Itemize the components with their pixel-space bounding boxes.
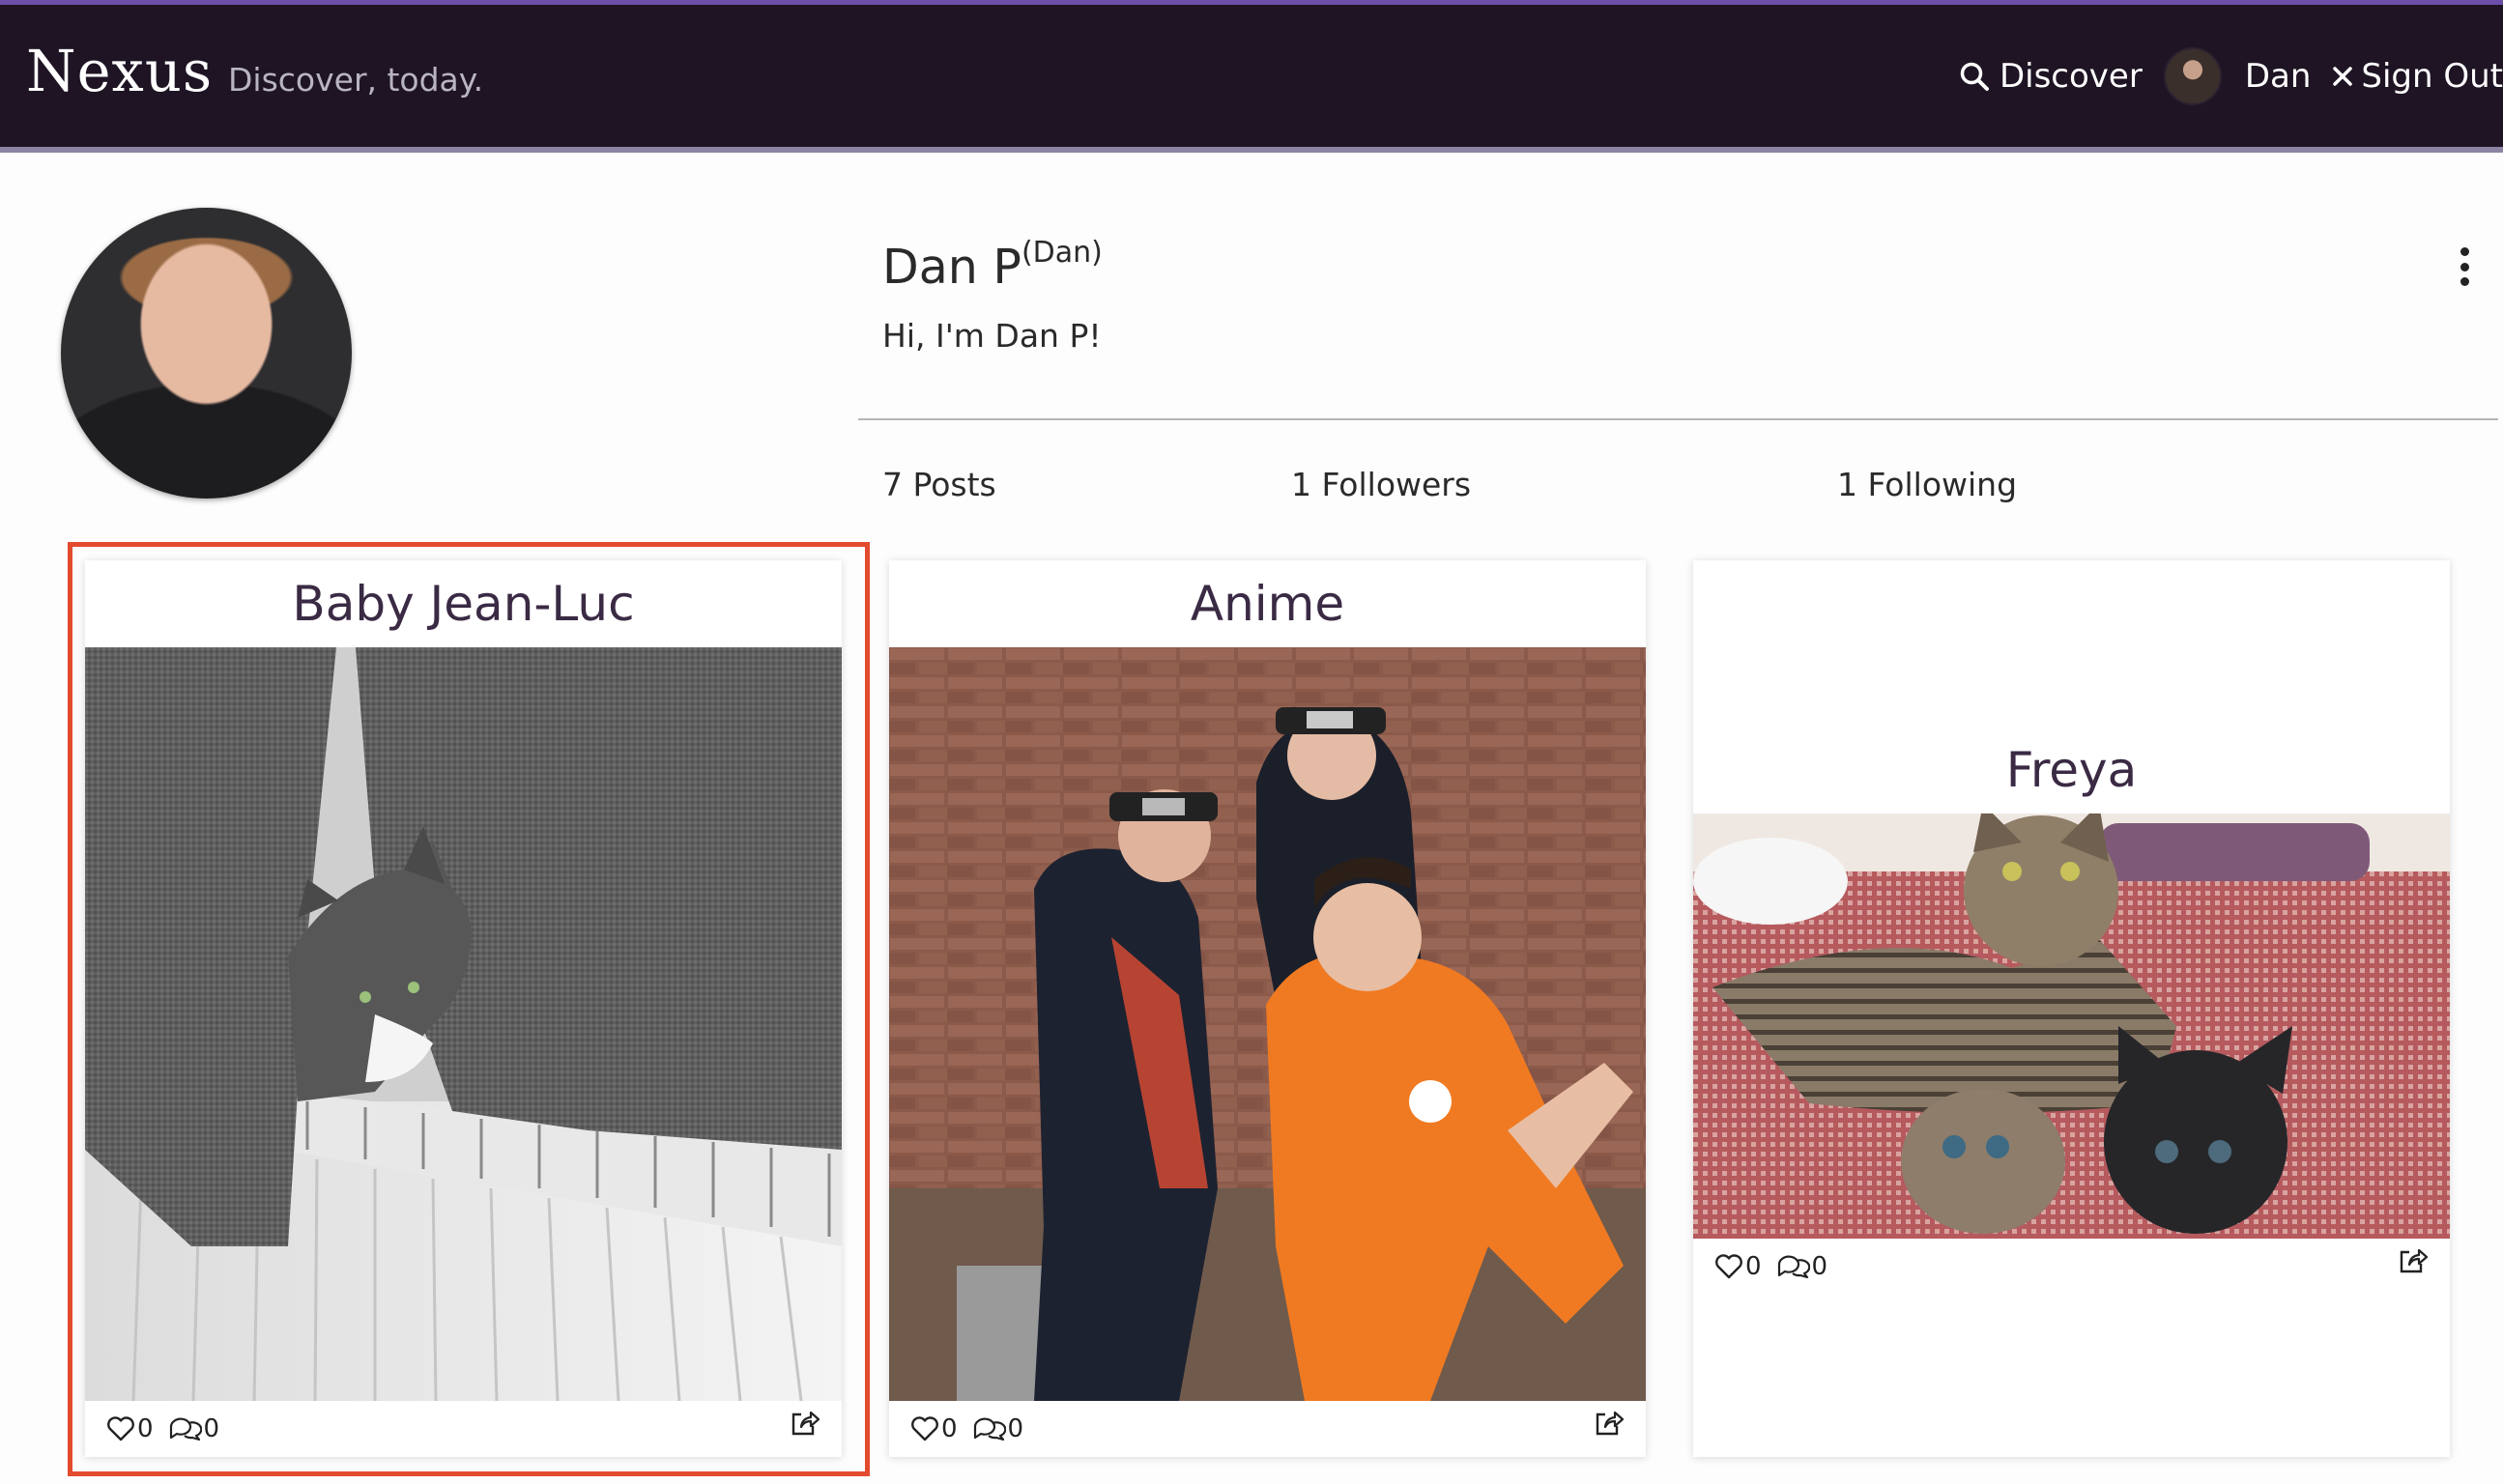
comment-count: 0 — [1811, 1252, 1828, 1281]
discover-label: Discover — [1999, 56, 2143, 96]
post-card[interactable]: Baby Jean-Luc 0 0 — [85, 560, 842, 1457]
nav-user-avatar[interactable] — [2163, 46, 2222, 105]
comment-count: 0 — [203, 1414, 220, 1443]
profile-username: (Dan) — [1021, 236, 1103, 270]
share-icon[interactable] — [2398, 1246, 2429, 1275]
post-title: Freya — [2005, 742, 2138, 798]
top-navbar: Nexus Discover, today. Discover Dan Sign… — [0, 0, 2503, 153]
profile-display-name: Dan P — [882, 240, 1021, 295]
comments-icon[interactable] — [971, 1415, 1006, 1442]
close-icon — [2333, 66, 2353, 86]
post-image[interactable] — [889, 647, 1646, 1401]
discover-link[interactable]: Discover — [1959, 57, 2143, 96]
posts-count[interactable]: 7 Posts — [882, 466, 996, 503]
share-icon[interactable] — [790, 1409, 820, 1438]
nav-right-group: Discover Dan Sign Out — [1959, 5, 2503, 147]
share-icon[interactable] — [1594, 1409, 1625, 1438]
post-card[interactable]: Freya 0 0 — [1693, 560, 2450, 1457]
post-card[interactable]: Anime 0 0 — [889, 560, 1646, 1457]
followers-count[interactable]: 1 Followers — [1291, 466, 1471, 503]
post-title: Anime — [1190, 576, 1345, 632]
following-count[interactable]: 1 Following — [1837, 466, 2017, 503]
post-title: Baby Jean-Luc — [292, 576, 635, 632]
brand-logo[interactable]: Nexus — [26, 38, 213, 104]
post-footer: 0 0 — [85, 1409, 842, 1447]
post-footer: 0 0 — [889, 1409, 1646, 1447]
comment-count: 0 — [1007, 1414, 1024, 1443]
heart-icon[interactable] — [1714, 1254, 1743, 1279]
like-count: 0 — [941, 1414, 958, 1443]
comments-icon[interactable] — [1775, 1253, 1810, 1280]
post-meta: 0 0 — [910, 1414, 1037, 1443]
nav-user-link[interactable]: Dan — [2245, 57, 2312, 96]
comments-icon[interactable] — [167, 1415, 202, 1442]
brand-tagline: Discover, today. — [228, 61, 484, 99]
heart-icon[interactable] — [106, 1416, 135, 1441]
sign-out-label: Sign Out — [2361, 56, 2503, 96]
heart-icon[interactable] — [910, 1416, 939, 1441]
profile-divider — [858, 418, 2498, 420]
post-footer: 0 0 — [1693, 1246, 2450, 1285]
profile-name: Dan P(Dan) — [882, 236, 1103, 295]
profile-avatar — [61, 208, 352, 499]
post-meta: 0 0 — [1714, 1252, 1841, 1281]
sign-out-link[interactable]: Sign Out — [2332, 57, 2503, 96]
search-icon — [1960, 62, 1989, 91]
like-count: 0 — [137, 1414, 154, 1443]
post-image[interactable] — [1693, 813, 2450, 1239]
post-image[interactable] — [85, 647, 842, 1401]
like-count: 0 — [1745, 1252, 1762, 1281]
profile-bio: Hi, I'm Dan P! — [882, 317, 1102, 355]
post-meta: 0 0 — [106, 1414, 233, 1443]
more-options-icon[interactable] — [2455, 247, 2474, 286]
